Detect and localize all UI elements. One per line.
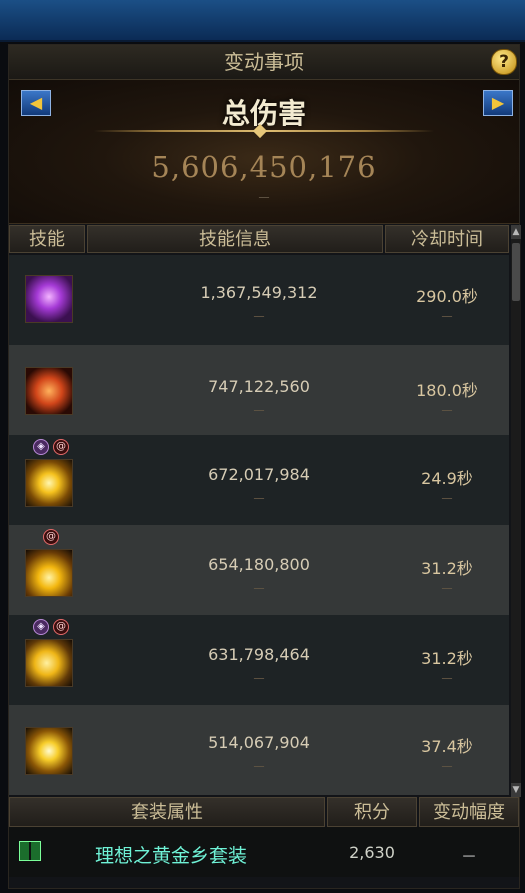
swirl-buff-icon: @ <box>53 619 69 635</box>
table-row[interactable]: ◈ @ 672,017,984 24.9秒 － － <box>9 435 509 525</box>
skill-damage-value: 747,122,560 <box>208 377 310 396</box>
table-header: 技能 技能信息 冷却时间 <box>9 225 509 255</box>
skill-damage-value: 672,017,984 <box>208 465 310 484</box>
cooldown-change-dash: － <box>440 582 454 598</box>
header-cooldown: 冷却时间 <box>385 225 509 253</box>
damage-change-dash: － <box>252 672 266 688</box>
set-row[interactable]: 理想之黄金乡套装 2,630 － <box>9 827 519 877</box>
cooldown-change-dash: － <box>440 310 454 326</box>
damage-change-dash: － <box>252 760 266 776</box>
header-score: 积分 <box>327 797 417 827</box>
skill-cooldown: 180.0秒 <box>416 381 478 400</box>
skill-damage-value: 514,067,904 <box>208 733 310 752</box>
header-skill-info: 技能信息 <box>87 225 383 253</box>
fire-beast-skill-icon <box>25 367 73 415</box>
header-set-attributes: 套装属性 <box>9 797 325 827</box>
table-row[interactable]: ◈ @ 631,798,464 31.2秒 － － <box>9 615 509 705</box>
table-row[interactable]: 747,122,560 180.0秒 － － <box>9 345 509 435</box>
total-change-dash: － <box>257 191 271 207</box>
header-skill: 技能 <box>9 225 85 253</box>
metric-title: 总伤害 <box>221 97 306 130</box>
damage-change-panel: 变动事项 ? ◀ ▶ 总伤害 5,606,450,176 － 技能 技能信息 冷… <box>8 44 521 889</box>
set-name: 理想之黄金乡套装 <box>95 845 248 867</box>
table-scrollbar[interactable]: ▲ ▼ <box>511 225 521 797</box>
cooldown-change-dash: － <box>440 492 454 508</box>
swirl-buff-icon: @ <box>53 439 69 455</box>
damage-change-dash: － <box>252 310 266 326</box>
table-row[interactable]: 514,067,904 37.4秒 － － <box>9 705 509 795</box>
scroll-thumb[interactable] <box>512 243 520 301</box>
damage-change-dash: － <box>252 582 266 598</box>
skill-damage-value: 631,798,464 <box>208 645 310 664</box>
skill-damage-value: 1,367,549,312 <box>200 283 318 302</box>
total-damage-value: 5,606,450,176 <box>151 150 377 184</box>
skill-table: 技能 技能信息 冷却时间 1,367,549,312 290.0秒 － － 74… <box>9 225 509 797</box>
table-row[interactable]: 1,367,549,312 290.0秒 － － <box>9 255 509 345</box>
golden-starburst-skill-icon <box>25 727 73 775</box>
golden-crescent-skill-icon <box>25 639 73 687</box>
damage-change-dash: － <box>252 404 266 420</box>
set-equipment-icon <box>19 841 41 861</box>
diamond-buff-icon: ◈ <box>33 439 49 455</box>
skill-cooldown: 37.4秒 <box>421 737 473 756</box>
diamond-buff-icon: ◈ <box>33 619 49 635</box>
cooldown-change-dash: － <box>440 404 454 420</box>
skill-cooldown: 31.2秒 <box>421 649 473 668</box>
skill-damage-value: 654,180,800 <box>208 555 310 574</box>
scroll-up-button[interactable]: ▲ <box>511 225 521 239</box>
cooldown-change-dash: － <box>440 760 454 776</box>
panel-title: 变动事项 <box>9 45 519 80</box>
set-score: 2,630 <box>349 843 395 862</box>
summary-header: ◀ ▶ 总伤害 5,606,450,176 － <box>9 80 519 224</box>
damage-change-dash: － <box>252 492 266 508</box>
set-table-header: 套装属性 积分 变动幅度 <box>9 797 519 827</box>
scroll-down-button[interactable]: ▼ <box>511 783 521 797</box>
cooldown-change-dash: － <box>440 672 454 688</box>
header-change-amount: 变动幅度 <box>419 797 519 827</box>
question-mark-icon[interactable]: ? <box>491 49 517 75</box>
window-top-bar <box>0 0 525 42</box>
swirl-buff-icon: @ <box>43 529 59 545</box>
golden-burst-skill-icon <box>25 459 73 507</box>
golden-flame-skill-icon <box>25 549 73 597</box>
purple-claw-skill-icon <box>25 275 73 323</box>
table-row[interactable]: @ 654,180,800 31.2秒 － － <box>9 525 509 615</box>
skill-cooldown: 31.2秒 <box>421 559 473 578</box>
skill-cooldown: 24.9秒 <box>421 469 473 488</box>
set-change: － <box>460 847 477 866</box>
skill-cooldown: 290.0秒 <box>416 287 478 306</box>
